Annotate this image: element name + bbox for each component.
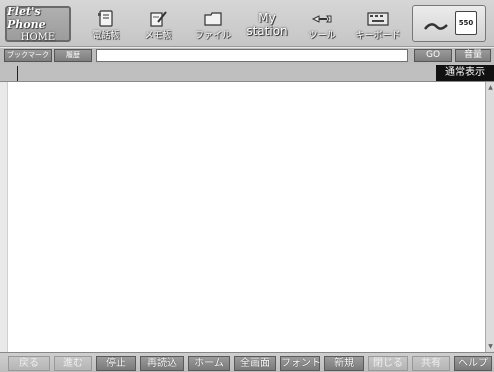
mystation-label: My station <box>241 12 293 38</box>
new-window-button[interactable]: 新規 <box>324 356 364 371</box>
phonebook-label: 電話帳 <box>92 31 120 41</box>
scroll-down-arrow-icon[interactable]: ▼ <box>487 342 494 351</box>
url-input[interactable] <box>96 49 408 62</box>
font-button[interactable]: フォント <box>280 356 321 371</box>
file-label: ファイル <box>194 31 231 41</box>
history-button[interactable]: 履歴 <box>54 49 92 62</box>
folder-icon <box>204 12 222 26</box>
vertical-scrollbar[interactable]: ▲ ▼ <box>485 82 494 352</box>
back-button[interactable]: 戻る <box>8 356 50 371</box>
keyboard-button[interactable]: キーボード <box>350 8 406 42</box>
memo-label: メモ帳 <box>144 31 172 41</box>
fullscreen-button[interactable]: 全画面 <box>234 356 276 371</box>
phonebook-button[interactable]: 電話帳 <box>80 8 132 42</box>
launcher-bar: Flet's Phone HOME 電話帳 メモ帳 ファイル My statio… <box>0 0 494 47</box>
home-button-title: Flet's Phone <box>7 4 46 31</box>
home-button[interactable]: Flet's Phone HOME <box>5 4 71 43</box>
help-button[interactable]: ヘルプ <box>454 356 492 371</box>
display-mode-indicator[interactable]: 通常表示 <box>436 65 494 81</box>
tool-button[interactable]: ツール <box>296 8 348 42</box>
tool-label: ツール <box>308 31 336 41</box>
scroll-up-arrow-icon[interactable]: ▲ <box>487 83 494 92</box>
volume-button[interactable]: 音量 <box>455 49 491 62</box>
stop-button[interactable]: 停止 <box>96 356 136 371</box>
bottom-toolbar: 戻る 進む 停止 再読込 ホーム 全画面 フォント 新規 閉じる 共有 ヘルプ <box>0 352 494 372</box>
memo-button[interactable]: メモ帳 <box>132 8 184 42</box>
home-button-subtitle: HOME <box>20 31 56 43</box>
memo-pencil-icon <box>150 11 167 27</box>
forward-button[interactable]: 進む <box>54 356 92 371</box>
file-button[interactable]: ファイル <box>187 8 239 42</box>
reload-button[interactable]: 再読込 <box>140 356 184 371</box>
tab-divider <box>17 66 18 81</box>
mystation-button[interactable]: My station <box>241 8 293 42</box>
home-nav-button[interactable]: ホーム <box>188 356 230 371</box>
tool-icon <box>311 15 332 23</box>
calendar-icon: 550 <box>455 11 477 35</box>
browser-content[interactable] <box>7 82 485 352</box>
keyboard-icon <box>367 12 389 26</box>
close-button[interactable]: 閉じる <box>368 356 408 371</box>
keyboard-label: キーボード <box>355 31 401 41</box>
bookmark-button[interactable]: ブックマーク <box>4 49 52 62</box>
share-button[interactable]: 共有 <box>412 356 450 371</box>
address-bar: ブックマーク 履歴 GO 音量 <box>0 48 494 64</box>
phonebook-icon <box>98 10 113 27</box>
mystation-label-line2: station <box>246 24 288 38</box>
calendar-widget[interactable]: 550 <box>412 5 486 42</box>
tab-strip: 通常表示 <box>0 64 494 82</box>
go-button[interactable]: GO <box>414 49 452 62</box>
station-logo <box>424 23 448 30</box>
